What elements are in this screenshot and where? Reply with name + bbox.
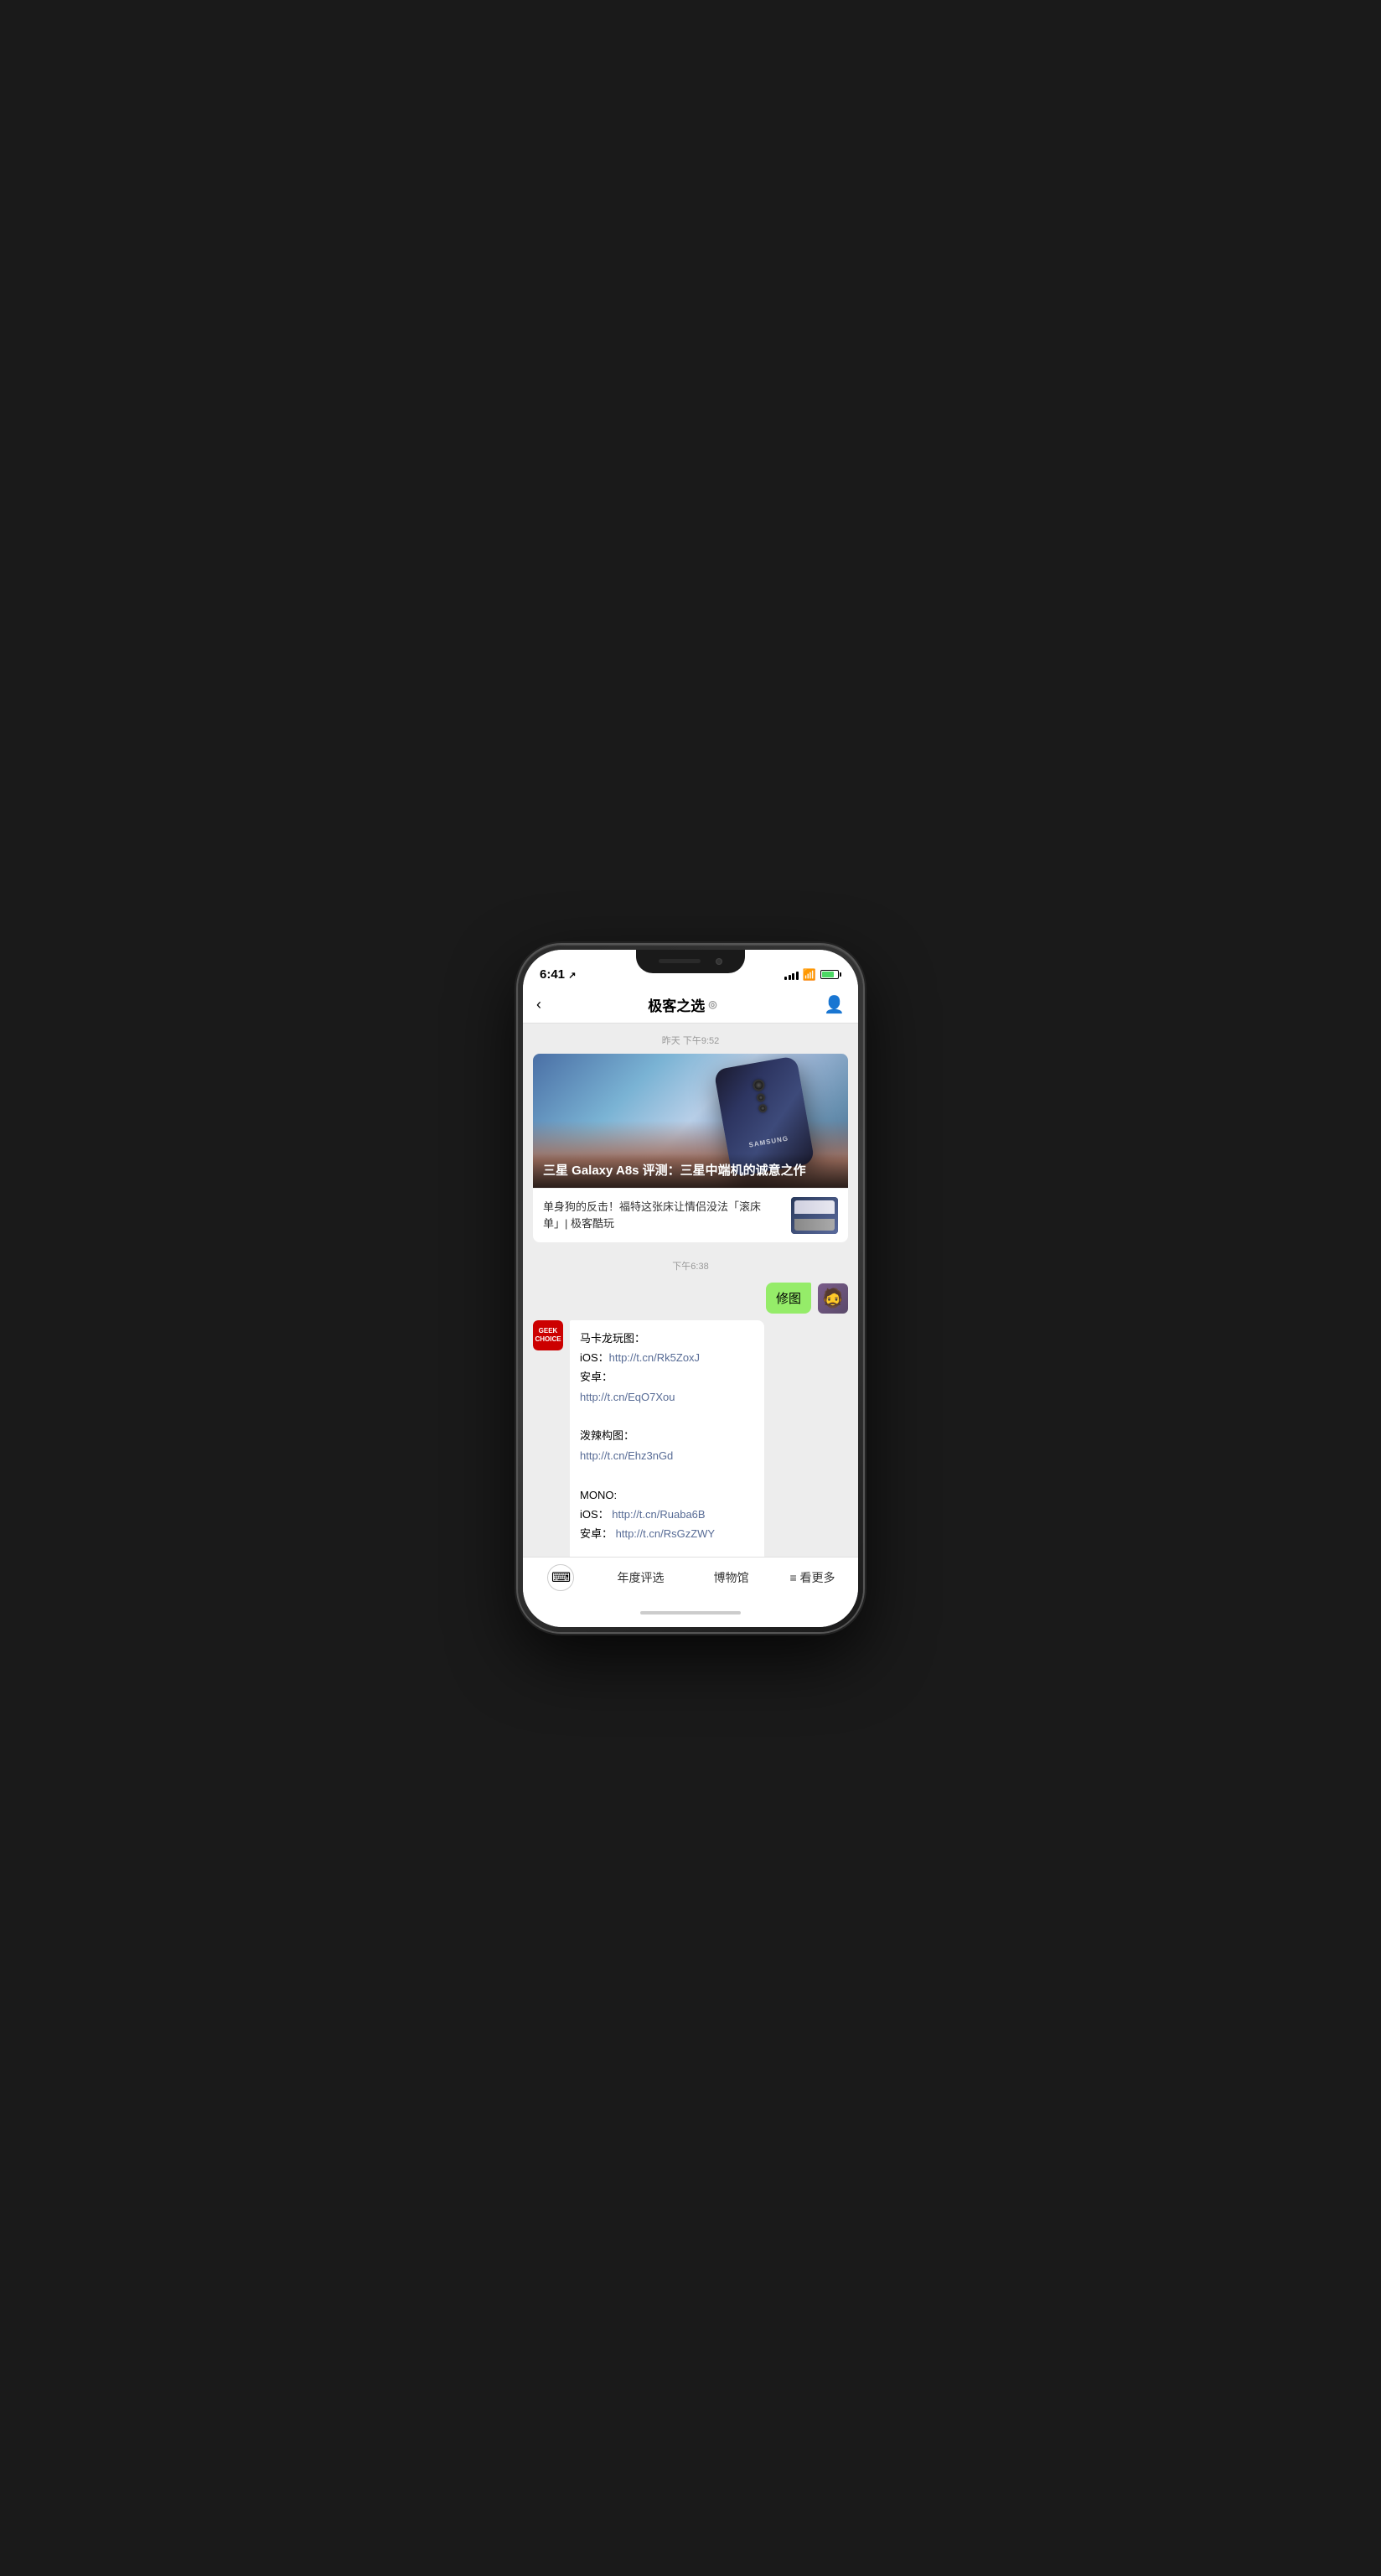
signal-bar-4 [796,972,799,980]
link-android-mono[interactable]: http://t.cn/RsGzZWY [613,1527,715,1540]
notch [636,950,745,973]
battery-icon [820,970,841,979]
article-sub-thumbnail [791,1197,838,1234]
battery-fill [822,972,834,977]
avatar-emoji: 🧔 [821,1288,844,1309]
camera-module [752,1078,769,1113]
thumb-bg [791,1197,838,1234]
toolbar-museum-button[interactable]: 博物馆 [705,1564,757,1591]
status-time: 6:41 ↗ [540,967,576,982]
bot-line-2: iOS： [580,1351,609,1364]
camera-lens-1 [752,1078,765,1091]
signal-bar-3 [792,973,794,980]
link-android-makalong[interactable]: http://t.cn/EqO7Xou [580,1391,675,1403]
user-bubble-wrapper: 修图 🧔 [523,1279,858,1317]
location-arrow-icon: ↗ [568,971,576,981]
geek-choice-label: GEEKCHOICE [535,1327,561,1343]
chat-content[interactable]: 昨天 下午9:52 [523,1024,858,1557]
nav-wifi-icon: ◎ [708,998,716,1010]
bot-avatar: GEEKCHOICE [533,1320,563,1350]
link-ios-makalong[interactable]: http://t.cn/Rk5ZoxJ [609,1351,700,1364]
user-bubble: 修图 [766,1283,811,1314]
bot-line-3: 安卓： [580,1371,613,1383]
thumb-item [794,1200,835,1214]
bot-line-5: 泼辣构图： [580,1429,634,1442]
user-avatar: 🧔 [818,1283,848,1314]
signal-bar-2 [789,975,791,980]
bottom-toolbar: ⌨ 年度评选 博物馆 ≡ 看更多 [523,1557,858,1599]
article-main-image: SAMSUNG 三星 Galaxy A8s 评测：三星中端机的诚意之作 [533,1054,848,1188]
screen-inner: 6:41 ↗ 📶 [523,950,858,1627]
signal-bars-icon [784,970,799,980]
article-card[interactable]: SAMSUNG 三星 Galaxy A8s 评测：三星中端机的诚意之作 单 [533,1054,848,1242]
article-sub-text: 单身狗的反击！福特这张床让情侣没法「滚床单」| 极客酷玩 [543,1199,783,1231]
speaker [659,959,701,963]
keyboard-icon: ⌨ [547,1564,574,1591]
phone-shell: 6:41 ↗ 📶 [518,945,863,1632]
profile-button[interactable]: 👤 [824,994,845,1015]
screen: 6:41 ↗ 📶 [523,950,858,1627]
battery-tip [840,972,841,977]
front-camera [716,958,722,965]
bot-line-8: iOS： [580,1508,609,1521]
camera-lens-3 [758,1103,768,1113]
thumb-item-2 [794,1219,835,1231]
link-ios-mono[interactable]: http://t.cn/Ruaba6B [609,1508,706,1521]
timestamp-1: 昨天 下午9:52 [523,1024,858,1054]
nav-bar: ‹ 极客之选 ◎ 👤 [523,987,858,1024]
home-indicator [523,1599,858,1627]
camera-lens-2 [756,1092,766,1102]
battery-body [820,970,839,979]
keyboard-button[interactable]: ⌨ [546,1563,576,1593]
bot-line-9: 安卓： [580,1527,613,1540]
wifi-icon: 📶 [803,968,816,982]
back-button[interactable]: ‹ [536,996,541,1013]
toolbar-more-button[interactable]: ≡ 看更多 [789,1569,835,1586]
nav-title: 极客之选 ◎ [648,994,716,1015]
link-polago[interactable]: http://t.cn/Ehz3nGd [580,1449,673,1462]
nav-title-text: 极客之选 [648,994,705,1015]
article-sub[interactable]: 单身狗的反击！福特这张床让情侣没法「滚床单」| 极客酷玩 [533,1188,848,1242]
phone-wrapper: 6:41 ↗ 📶 [518,945,863,1632]
article-main-title: 三星 Galaxy A8s 评测：三星中端机的诚意之作 [533,1153,848,1188]
bot-bubble: 马卡龙玩图： iOS：http://t.cn/Rk5ZoxJ 安卓： http:… [570,1320,764,1557]
samsung-logo: SAMSUNG [748,1134,789,1148]
geek-choice-avatar: GEEKCHOICE [533,1320,563,1350]
status-icons: 📶 [784,968,841,982]
time-display: 6:41 [540,967,565,982]
home-bar [640,1611,741,1615]
signal-bar-1 [784,977,787,980]
keyboard-symbol: ⌨ [551,1569,571,1586]
bot-message-wrapper: GEEKCHOICE 马卡龙玩图： iOS：http://t.cn/Rk5Zox… [523,1317,858,1557]
toolbar-annual-button[interactable]: 年度评选 [608,1564,672,1591]
bot-line-7: MONO: [580,1489,617,1501]
bot-line-1: 马卡龙玩图： [580,1332,645,1345]
timestamp-2: 下午6:38 [523,1249,858,1279]
